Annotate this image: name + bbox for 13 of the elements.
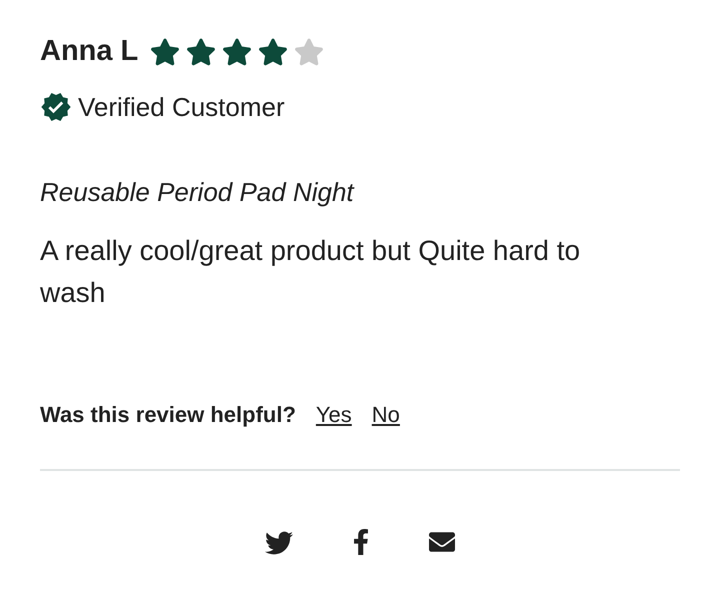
vote-link[interactable]: No <box>372 398 400 430</box>
star-icon <box>186 36 216 67</box>
review-text: A really cool/great product but Quite hard to wash <box>40 234 582 310</box>
twitter-bird-icon[interactable] <box>265 528 293 556</box>
star-icon <box>150 36 180 67</box>
star-icon <box>294 36 324 67</box>
helpful-question: Was this review helpful? <box>40 400 296 429</box>
product-name: Reusable Period Pad Night <box>40 176 356 208</box>
reviewer-name: Anna L <box>40 34 138 69</box>
star-icon <box>258 36 288 67</box>
verified-label: Verified Customer <box>78 90 285 124</box>
vote-link[interactable]: Yes <box>316 398 352 430</box>
star-icon <box>222 36 252 67</box>
